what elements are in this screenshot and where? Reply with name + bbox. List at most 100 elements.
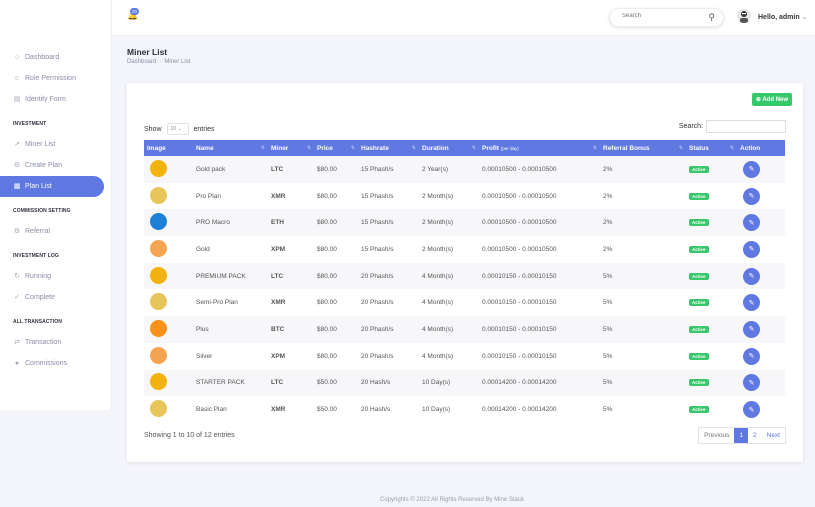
cell-action: ✎ [737,343,785,370]
sort-icon: ⇅ [306,144,311,151]
cell-price: $80.00 [317,192,337,200]
users-icon: ⚙ [13,227,21,235]
sidebar-item-create-plan[interactable]: ⚙ Create Plan [0,155,111,176]
section-commission: COMMISSION SETTING [13,208,71,214]
col-label: Action [740,144,761,152]
edit-icon[interactable]: ✎ [743,160,760,178]
section-investment-log: INVESTMENT LOG [13,253,59,259]
col-label: Name [196,144,214,152]
breadcrumb-home[interactable]: Dashboard [127,59,156,65]
avatar[interactable] [737,9,751,23]
coin-icon [150,239,167,257]
cell-hashrate: 20 Phash/s [361,272,394,280]
cell-image [144,156,193,183]
cell-profit: 0.00010150 - 0.00010150 [482,325,557,333]
sidebar-item-transaction[interactable]: ⇄ Transaction [0,332,111,353]
cell-miner: XMR [271,299,286,307]
sidebar-item-identity-form[interactable]: ▤ Identity Form [0,89,111,110]
sidebar-item-plan-list[interactable]: ▦ Plan List [0,176,104,197]
table-search-label: Search: [678,123,703,130]
col-hashrate[interactable]: Hashrate ⇅ [358,140,419,156]
sort-icon: ⇅ [678,144,683,151]
pagination-previous[interactable]: Previous [699,428,734,443]
status-badge: Active [689,192,709,200]
add-new-button[interactable]: ⊕ Add New [751,93,792,106]
edit-icon[interactable]: ✎ [743,267,760,285]
sidebar-item-role-permission[interactable]: ☺ Role Permission [0,68,111,89]
cell-profit: 0.00014200 - 0.00014200 [482,379,557,387]
status-badge: Active [689,379,709,387]
cell-image [144,236,193,263]
edit-icon[interactable]: ✎ [743,320,760,338]
cell-profit: 0.00014200 - 0.00014200 [482,406,557,414]
search-input[interactable] [622,13,702,19]
cell-image [144,396,193,423]
cell-action: ✎ [737,156,785,183]
cell-action: ✎ [737,236,785,263]
status-badge: Active [689,352,709,360]
edit-icon[interactable]: ✎ [743,187,760,205]
cell-duration: 4 Month(s) [422,325,454,333]
table-search: Search: [679,120,786,133]
table-search-input[interactable] [706,120,786,133]
cell-price: $50.00 [317,406,337,414]
cell-status: Active [686,316,737,343]
page-title: Miner List [127,47,168,57]
cell-miner: LTC [271,165,284,173]
search-icon[interactable]: ⚲ [708,12,715,23]
cell-profit: 0.00010500 - 0.00010500 [482,245,557,253]
cell-status: Active [686,289,737,316]
edit-icon[interactable]: ✎ [743,240,760,258]
edit-icon[interactable]: ✎ [743,294,760,312]
col-miner[interactable]: Miner ⇅ [268,140,314,156]
cell-price: $50.00 [317,379,337,387]
pickaxe-icon: ➚ [14,140,20,148]
cell-profit: 0.00010500 - 0.00010500 [482,192,557,200]
search-bar[interactable]: ⚲ [609,8,724,27]
sidebar-item-referral[interactable]: ⚙ Referral [0,221,111,242]
pagination-page-2[interactable]: 2 [748,428,762,443]
cell-bonus: 5% [603,379,613,387]
sidebar-item-commissions[interactable]: ● Commissions [0,353,111,374]
pagination-next[interactable]: Next [762,428,785,443]
cell-name: Basic Plan [196,406,227,414]
coin-icon [150,293,167,311]
cell-image [144,263,193,290]
col-duration[interactable]: Duration ⇅ [419,140,479,156]
sidebar-item-label: Running [25,273,52,280]
exchange-icon: ⇄ [14,338,20,346]
sidebar-item-dashboard[interactable]: ○ Dashboard [0,47,111,68]
table-row: Gold pack LTC $80.00 15 Phash/s 2 Year(s) 0.0… [144,156,785,183]
coin-icon [150,319,167,337]
sidebar-item-complete[interactable]: ✓ Complete [0,287,111,308]
edit-icon[interactable]: ✎ [743,374,760,392]
cell-duration: 2 Year(s) [422,165,449,173]
cell-bonus: 2% [603,165,613,173]
cell-miner: XMR [271,406,286,414]
cell-hashrate: 15 Phash/s [361,219,394,227]
col-name[interactable]: Name ⇅ [193,140,268,156]
user-menu[interactable]: Hello, admin ⌄ [758,13,808,21]
cell-profit: 0.00010150 - 0.00010150 [482,352,557,360]
cell-name: PRO Macro [196,219,230,227]
sidebar-item-miner-list[interactable]: ➚ Miner List [0,134,111,155]
cell-image [144,316,193,343]
col-status[interactable]: Status ⇅ [686,140,737,156]
pagination-page-1[interactable]: 1 [734,428,748,443]
greeting-text: Hello, admin [758,14,800,21]
cell-price: $80.00 [317,272,337,280]
col-price[interactable]: Price ⇅ [314,140,358,156]
sidebar-item-running[interactable]: ↻ Running [0,266,111,287]
edit-icon[interactable]: ✎ [743,214,760,232]
col-profit[interactable]: Profit (per day) ⇅ [479,140,600,156]
cell-bonus: 5% [603,299,613,307]
col-referral-bonus[interactable]: Referral Bonus ⇅ [600,140,686,156]
entries-select[interactable]: 10 ⌄ [166,123,189,135]
sort-icon: ⇅ [350,144,355,151]
cell-action: ✎ [737,316,785,343]
coin-icon [150,400,167,418]
edit-icon[interactable]: ✎ [743,401,760,419]
spinner-icon: ↻ [14,272,20,280]
edit-icon[interactable]: ✎ [743,347,760,365]
col-image[interactable]: Image [144,140,193,156]
